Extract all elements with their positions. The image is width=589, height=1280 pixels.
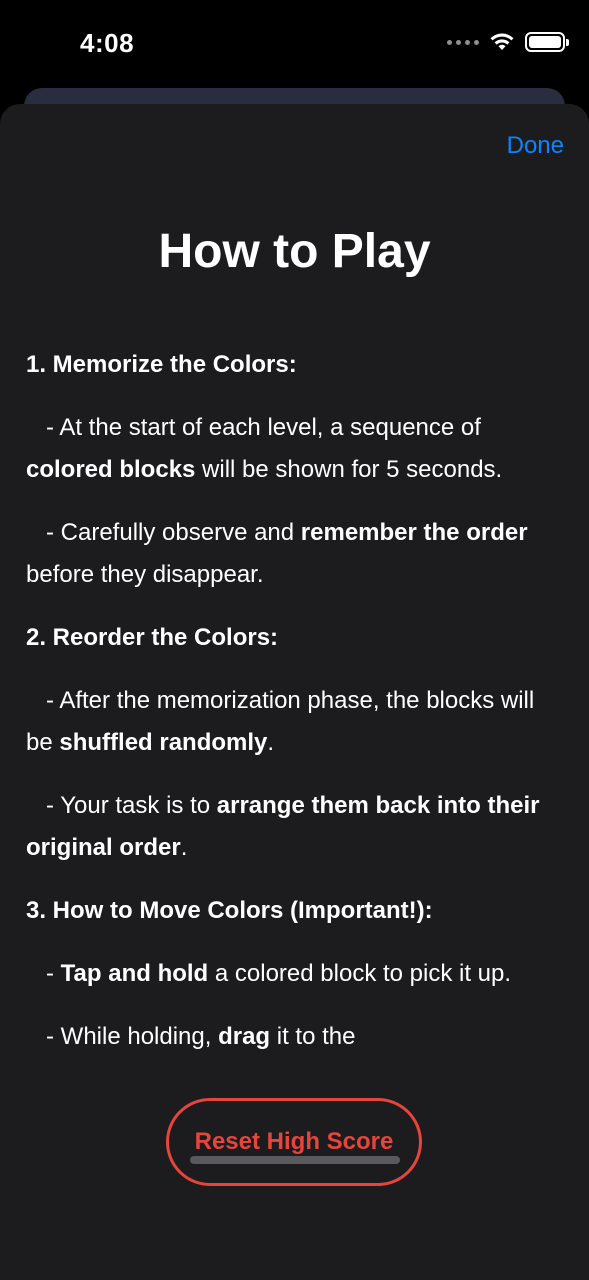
reset-high-score-button[interactable]: Reset High Score: [166, 1098, 422, 1186]
instruction-paragraph: - Carefully observe and remember the ord…: [26, 519, 528, 588]
section-heading: 2. Reorder the Colors:: [26, 624, 279, 651]
section-heading: 1. Memorize the Colors:: [26, 351, 297, 378]
status-icons: [447, 32, 569, 52]
instruction-paragraph: - After the memorization phase, the bloc…: [26, 687, 535, 756]
section-heading: 3. How to Move Colors (Important!):: [26, 897, 433, 924]
instruction-paragraph: - At the start of each level, a sequence…: [26, 414, 503, 483]
battery-icon: [525, 32, 569, 52]
how-to-play-sheet: Done How to Play 1. Memorize the Colors:…: [0, 104, 589, 1280]
status-time: 4:08: [80, 28, 135, 58]
instruction-paragraph: - Your task is to arrange them back into…: [26, 792, 540, 861]
instruction-paragraph: - While holding, drag it to the: [46, 1023, 356, 1050]
wifi-icon: [489, 32, 515, 52]
instruction-paragraph: - Tap and hold a colored block to pick i…: [46, 960, 512, 987]
done-button[interactable]: Done: [507, 132, 564, 160]
cellular-signal-icon: [447, 39, 479, 45]
home-indicator[interactable]: [190, 1156, 400, 1164]
instructions-scroll-view[interactable]: 1. Memorize the Colors: - At the start o…: [26, 344, 563, 1056]
status-bar: 4:08: [0, 0, 589, 90]
page-title: How to Play: [158, 225, 431, 278]
